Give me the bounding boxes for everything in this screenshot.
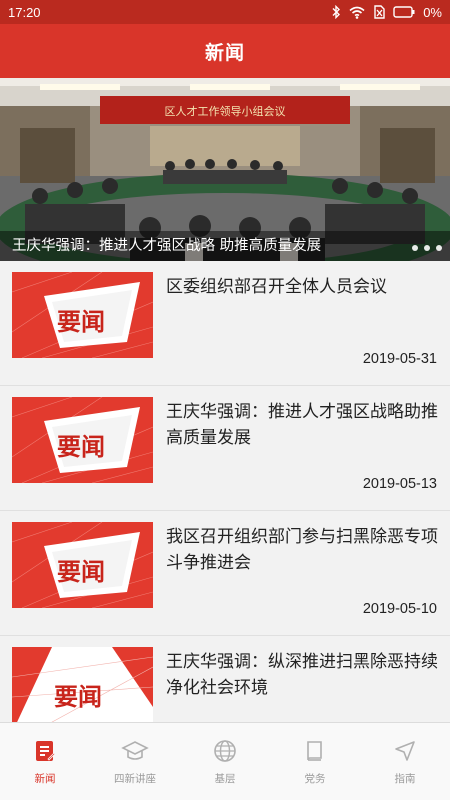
status-bar: 17:20 0% (0, 0, 450, 24)
tab-label: 四新讲座 (114, 773, 156, 785)
thumb-text: 要闻 (57, 557, 105, 586)
book-icon (303, 739, 327, 763)
news-title: 王庆华强调：纵深推进扫黑除恶持续净化社会环境 (166, 652, 438, 698)
news-item[interactable]: 要闻 王庆华强调：纵深推进扫黑除恶持续净化社会环境 (0, 636, 450, 722)
carousel-indicator (412, 245, 442, 251)
graduation-cap-icon (121, 739, 149, 763)
wifi-icon (349, 6, 365, 19)
tab-guide[interactable]: 指南 (360, 723, 450, 800)
carousel-dot (436, 245, 442, 251)
news-list[interactable]: 要闻 区委组织部召开全体人员会议 2019-05-31 要闻 王庆华强调：推进人… (0, 261, 450, 722)
banner-caption: 王庆华强调：推进人才强区战略 助推高质量发展 (12, 238, 322, 254)
battery-percent: 0% (423, 4, 442, 20)
news-icon (33, 739, 57, 763)
news-item[interactable]: 要闻 区委组织部召开全体人员会议 2019-05-31 (0, 261, 450, 386)
tab-label: 指南 (394, 773, 416, 785)
thumb-text: 要闻 (54, 682, 102, 711)
news-item[interactable]: 要闻 我区召开组织部门参与扫黑除恶专项斗争推进会 2019-05-10 (0, 511, 450, 636)
tab-label: 新闻 (34, 773, 56, 785)
news-title: 我区召开组织部门参与扫黑除恶专项斗争推进会 (166, 527, 438, 573)
app-header: 新闻 (0, 24, 450, 78)
page-title: 新闻 (204, 41, 245, 64)
news-title: 区委组织部召开全体人员会议 (166, 277, 387, 297)
tab-label: 基层 (214, 773, 236, 785)
tab-party-affairs[interactable]: 党务 (270, 723, 360, 800)
news-date: 2019-05-13 (362, 476, 437, 492)
battery-icon (393, 6, 415, 18)
status-icons: 0% (331, 5, 442, 20)
no-sim-icon (373, 5, 385, 19)
banner-sign-text: 区人才工作领导小组会议 (165, 104, 286, 118)
news-title: 王庆华强调：推进人才强区战略助推高质量发展 (166, 402, 438, 448)
navigation-arrow-icon (393, 739, 417, 763)
carousel-dot (412, 245, 418, 251)
bluetooth-icon (331, 5, 341, 19)
bottom-tab-bar: 新闻 四新讲座 基层 党务 指南 (0, 722, 450, 800)
tab-news[interactable]: 新闻 (0, 723, 90, 800)
thumb-text: 要闻 (57, 432, 105, 461)
banner-carousel[interactable]: 区人才工作领导小组会议 王庆华强调：推进人才强区战略 助推高质量发展 (0, 78, 450, 261)
globe-icon (213, 739, 237, 763)
news-thumbnail: 要闻 (12, 397, 153, 483)
news-date: 2019-05-10 (362, 601, 437, 617)
news-thumbnail: 要闻 (12, 647, 153, 722)
news-item[interactable]: 要闻 王庆华强调：推进人才强区战略助推高质量发展 2019-05-13 (0, 386, 450, 511)
carousel-dot (424, 245, 430, 251)
news-thumbnail: 要闻 (12, 522, 153, 608)
tab-grassroots[interactable]: 基层 (180, 723, 270, 800)
tab-label: 党务 (304, 773, 326, 785)
news-date: 2019-05-31 (362, 351, 437, 367)
thumb-text: 要闻 (57, 307, 105, 336)
status-time: 17:20 (8, 4, 41, 20)
tab-lectures[interactable]: 四新讲座 (90, 723, 180, 800)
news-thumbnail: 要闻 (12, 272, 153, 358)
